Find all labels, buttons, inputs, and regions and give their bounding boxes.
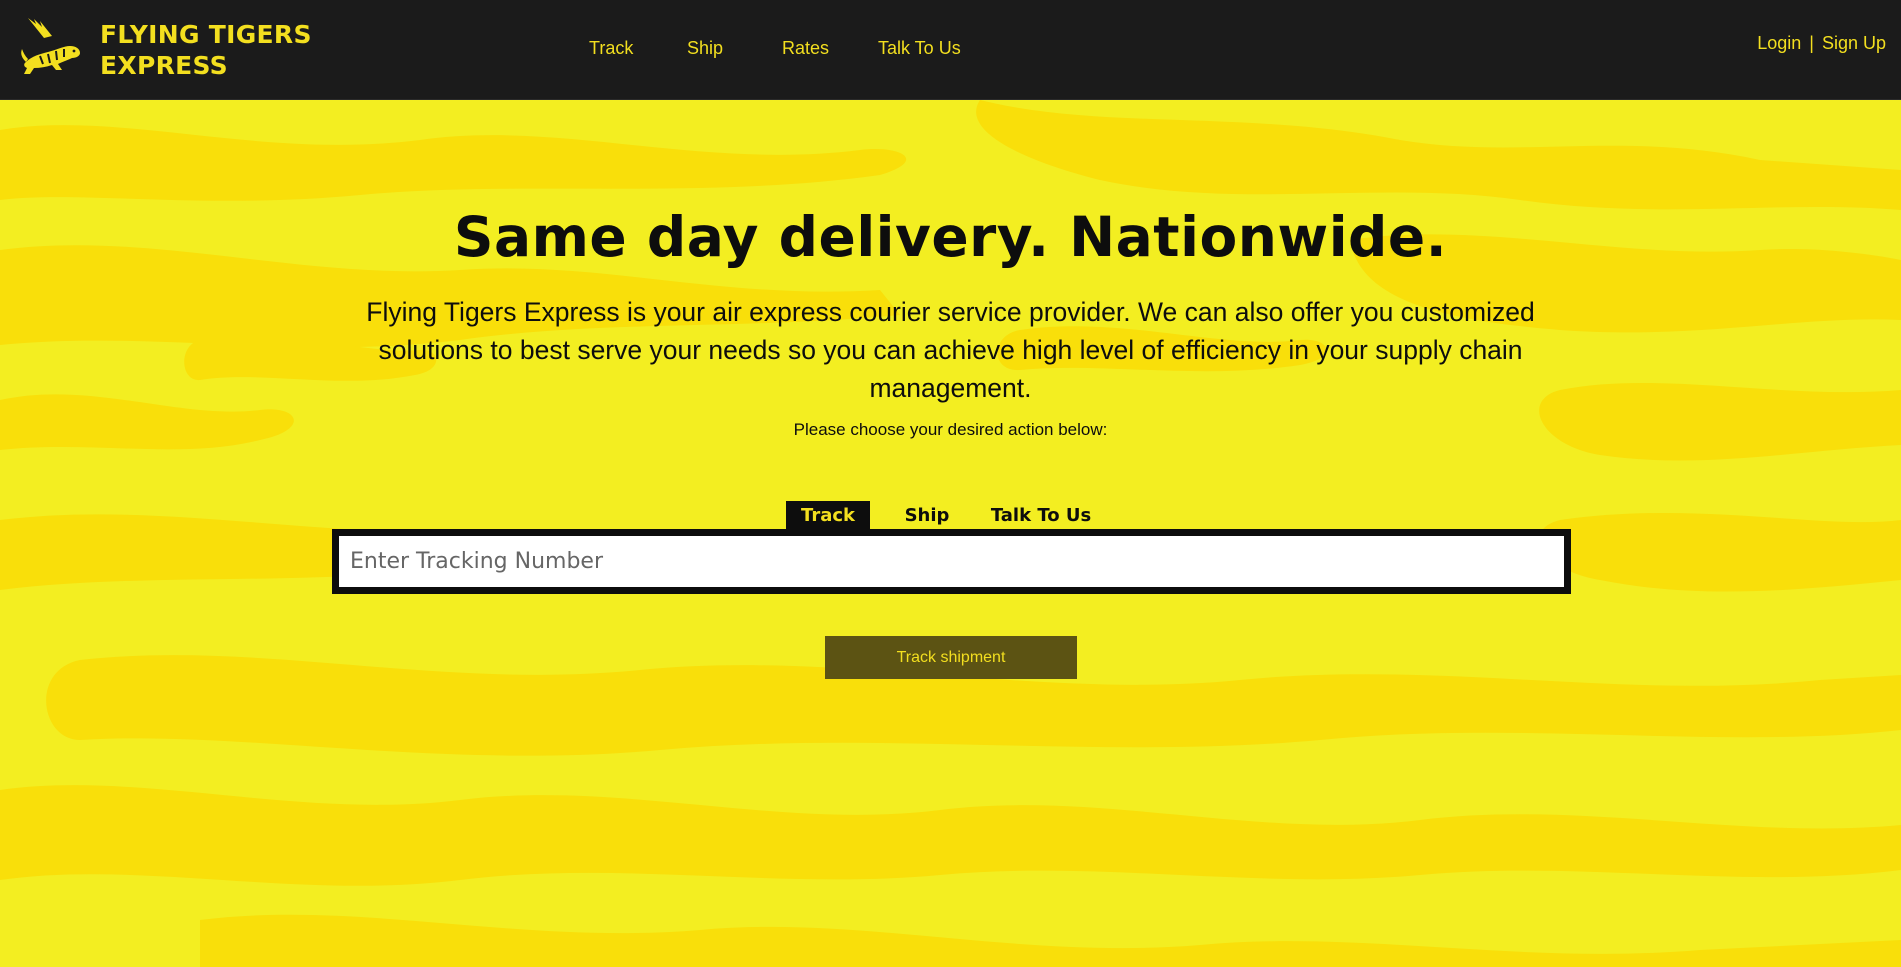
nav-link-track[interactable]: Track xyxy=(589,37,687,59)
brand-name: FLYING TIGERS EXPRESS xyxy=(100,19,312,81)
tab-ship[interactable]: Ship xyxy=(870,501,984,529)
login-link[interactable]: Login xyxy=(1757,32,1801,54)
auth-links: Login | Sign Up xyxy=(1757,32,1886,54)
logo-link[interactable]: FLYING TIGERS EXPRESS xyxy=(18,16,312,81)
action-tabs: Track Ship Talk To Us xyxy=(786,501,1098,529)
nav-link-talk-to-us[interactable]: Talk To Us xyxy=(878,37,961,59)
tab-talk-to-us[interactable]: Talk To Us xyxy=(984,501,1098,529)
action-prompt: Please choose your desired action below: xyxy=(793,420,1108,439)
auth-separator: | xyxy=(1809,33,1814,53)
track-shipment-button[interactable]: Track shipment xyxy=(825,636,1077,679)
brand-name-line1: FLYING TIGERS xyxy=(100,20,312,49)
tracking-number-input[interactable] xyxy=(332,529,1571,594)
site-header: FLYING TIGERS EXPRESS Track Ship Rates T… xyxy=(0,0,1901,100)
brand-name-line2: EXPRESS xyxy=(100,51,228,80)
hero-intro: Flying Tigers Express is your air expres… xyxy=(366,297,1535,403)
nav-link-rates[interactable]: Rates xyxy=(782,37,878,59)
hero-headline: Same day delivery. Nationwide. xyxy=(453,205,1448,269)
tab-track[interactable]: Track xyxy=(786,501,870,529)
nav-link-ship[interactable]: Ship xyxy=(687,37,782,59)
flying-tiger-icon xyxy=(21,18,80,74)
signup-link[interactable]: Sign Up xyxy=(1822,32,1886,54)
main-nav: Track Ship Rates Talk To Us xyxy=(589,37,961,59)
